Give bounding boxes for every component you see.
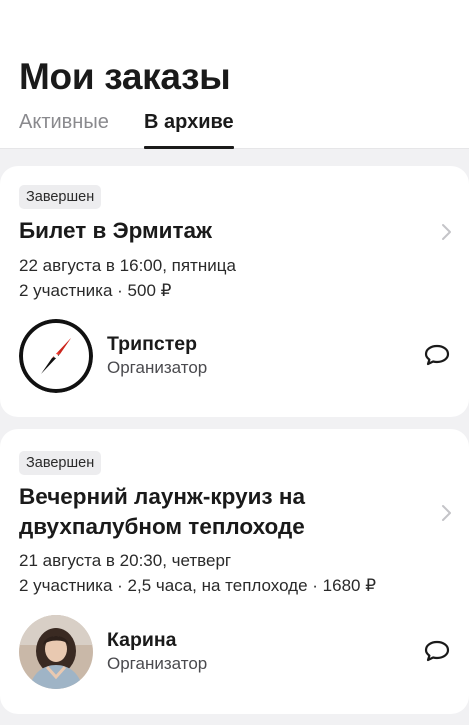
status-badge: Завершен: [19, 451, 102, 475]
order-datetime: 22 августа в 16:00, пятница: [19, 256, 236, 275]
tab-active-orders[interactable]: Активные: [19, 108, 109, 136]
avatar: [19, 615, 93, 689]
compass-logo-icon: [19, 319, 93, 393]
order-title[interactable]: Вечерний лаунж-круиз на двухпалубном теп…: [19, 482, 419, 542]
organizer-name: Трипстер: [107, 333, 197, 355]
organizer: Трипстер Организатор: [19, 319, 453, 393]
order-datetime: 21 августа в 20:30, четверг: [19, 551, 232, 570]
chat-bubble-icon[interactable]: [423, 637, 451, 665]
chevron-right-icon[interactable]: [439, 503, 453, 523]
organizer-name: Карина: [107, 629, 177, 651]
order-title[interactable]: Билет в Эрмитаж: [19, 216, 419, 246]
person-photo-icon: [19, 615, 93, 689]
organizer: Карина Организатор: [19, 615, 453, 689]
organizer-role: Организатор: [107, 654, 208, 673]
chat-bubble-icon[interactable]: [423, 341, 451, 369]
order-card[interactable]: Завершен Вечерний лаунж-круиз на двухпал…: [0, 429, 469, 714]
tab-archive[interactable]: В архиве: [144, 108, 234, 136]
order-details: 2 участника · 2,5 часа, на теплоходе · 1…: [19, 576, 377, 595]
active-tab-indicator: [144, 146, 234, 149]
order-card[interactable]: Завершен Билет в Эрмитаж 22 августа в 16…: [0, 166, 469, 417]
avatar: [19, 319, 93, 393]
status-badge: Завершен: [19, 185, 102, 209]
order-details: 2 участника · 500 ₽: [19, 281, 172, 300]
page-title: Мои заказы: [19, 56, 231, 97]
header: Мои заказы Активные В архиве: [0, 0, 469, 149]
organizer-role: Организатор: [107, 358, 208, 377]
chevron-right-icon[interactable]: [439, 222, 453, 242]
